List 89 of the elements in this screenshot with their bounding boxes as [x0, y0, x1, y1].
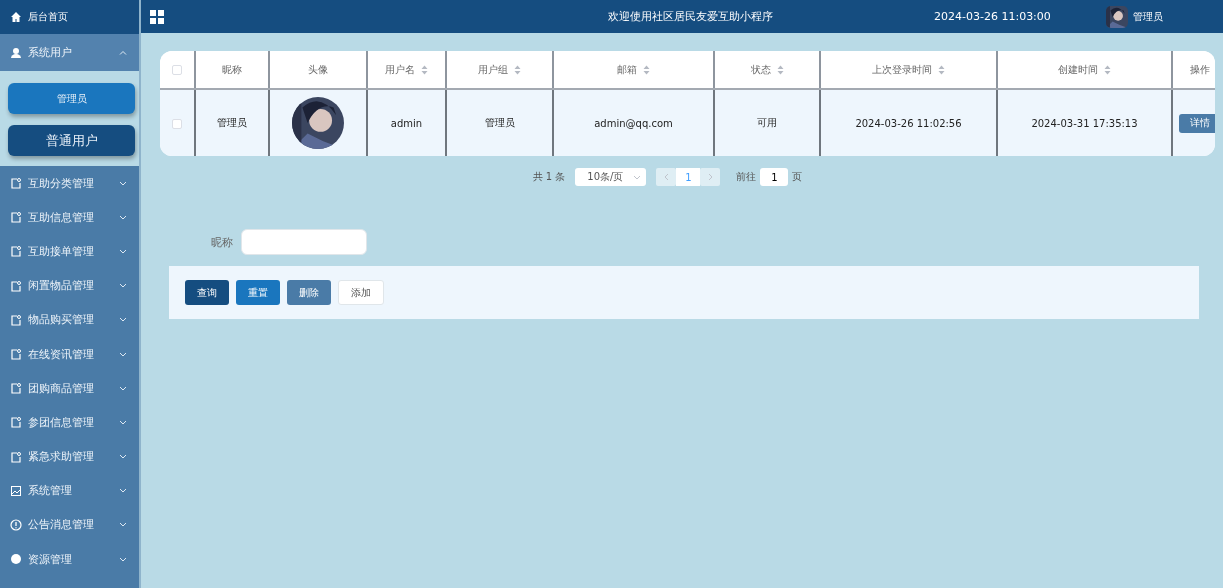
action-button[interactable]: 重置 [236, 280, 280, 305]
menu-item[interactable]: 系统用户 [0, 34, 139, 71]
caret-icon [633, 174, 642, 180]
menu-item[interactable]: 团购商品管理 [0, 371, 139, 406]
submenu-item[interactable]: 管理员 [8, 83, 135, 114]
document-icon [10, 416, 22, 429]
caret-icon [119, 248, 127, 254]
menu-item[interactable]: 物品购买管理 [0, 302, 139, 337]
document-icon [10, 348, 22, 361]
caret-icon [119, 556, 127, 562]
field-label: 昵称 [211, 234, 233, 250]
home-menu-item[interactable]: 后台首页 [0, 0, 139, 34]
caret-icon [119, 419, 127, 425]
sort-icon [643, 64, 650, 75]
image-icon [10, 484, 22, 497]
goto-label: 前往 [736, 170, 757, 184]
nickname-field[interactable] [241, 229, 367, 255]
table-cell: 可用 [757, 117, 777, 128]
circle-icon [10, 553, 22, 566]
table-cell: 2024-03-26 11:02:56 [855, 117, 962, 129]
menu-item[interactable]: 参团信息管理 [0, 405, 139, 440]
page-number[interactable]: 1 [676, 168, 701, 186]
submenu-item[interactable]: 普通用户 [8, 125, 135, 156]
table-cell: admin@qq.com [594, 117, 673, 129]
home-icon [10, 11, 22, 23]
menu-item[interactable]: 互助分类管理 [0, 166, 139, 201]
table-cell: 2024-03-31 17:35:13 [1031, 117, 1138, 129]
sort-icon [514, 64, 521, 75]
caret-icon [119, 385, 127, 391]
sort-icon [1104, 64, 1111, 75]
document-icon [10, 382, 22, 395]
document-icon [10, 450, 22, 463]
menu-item[interactable]: 在线资讯管理 [0, 336, 139, 372]
menu-item[interactable]: 系统管理 [0, 473, 139, 508]
action-button[interactable]: 添加 [338, 280, 384, 305]
sort-icon [938, 64, 945, 75]
date-time: 2024-03-26 11:03:00 [934, 10, 1052, 23]
menu-item[interactable]: 互助接单管理 [0, 234, 139, 269]
total-count: 共 1 条 [532, 170, 566, 184]
sort-icon [776, 64, 784, 75]
column-header: 操作 [1189, 63, 1210, 75]
column-header: 上次登录时间 [872, 63, 932, 75]
chevron-right-icon [707, 173, 713, 181]
menu-item[interactable]: 紧急求助管理 [0, 439, 139, 474]
menu-item[interactable]: 公告消息管理 [0, 507, 139, 543]
menu-item[interactable]: 互助信息管理 [0, 200, 139, 235]
caret-icon [119, 488, 127, 494]
column-header: 邮箱 [617, 63, 637, 75]
page-size-select[interactable]: 10条/页 [575, 168, 647, 186]
caret-icon [119, 214, 127, 220]
grid-menu-icon [150, 9, 164, 24]
action-button[interactable]: 查询 [185, 280, 229, 305]
action-button[interactable]: 删除 [287, 280, 331, 305]
document-icon [10, 177, 22, 190]
checkbox[interactable] [172, 118, 182, 129]
document-icon [10, 313, 22, 326]
info-icon [10, 518, 22, 531]
caret-icon [119, 454, 127, 460]
chevron-left-icon [663, 173, 669, 181]
page-input[interactable]: 1 [760, 168, 789, 186]
caret-icon [119, 180, 127, 186]
sort-icon [421, 64, 428, 75]
caret-icon [119, 351, 127, 357]
menu-item[interactable]: 闲置物品管理 [0, 268, 139, 303]
checkbox[interactable] [172, 65, 182, 75]
table-cell: 管理员 [217, 117, 247, 128]
caret-icon [119, 522, 127, 528]
previous-page-button[interactable] [656, 168, 677, 186]
page-title: 欢迎使用社区居民友爱互助小程序 [608, 9, 774, 24]
table-cell: 管理员 [484, 117, 515, 128]
table-cell: admin [390, 117, 423, 129]
document-icon [10, 279, 22, 292]
user-name: 管理员 [1133, 9, 1163, 24]
page-suffix: 页 [792, 170, 803, 184]
document-icon [10, 211, 22, 224]
document-icon [10, 245, 22, 258]
column-header: 头像 [308, 63, 328, 75]
column-header: 昵称 [222, 63, 242, 75]
caret-icon [119, 317, 127, 323]
next-page-button[interactable] [700, 168, 721, 186]
detail-button[interactable]: 详情 [1178, 113, 1215, 133]
caret-icon [119, 283, 127, 289]
menu-item[interactable]: 资源管理 [0, 542, 139, 577]
user-icon [10, 46, 22, 59]
column-header: 创建时间 [1058, 63, 1098, 75]
caret-icon [119, 50, 127, 55]
column-header: 状态 [750, 63, 771, 75]
column-header: 用户组 [478, 63, 508, 75]
column-header: 用户名 [385, 63, 415, 75]
